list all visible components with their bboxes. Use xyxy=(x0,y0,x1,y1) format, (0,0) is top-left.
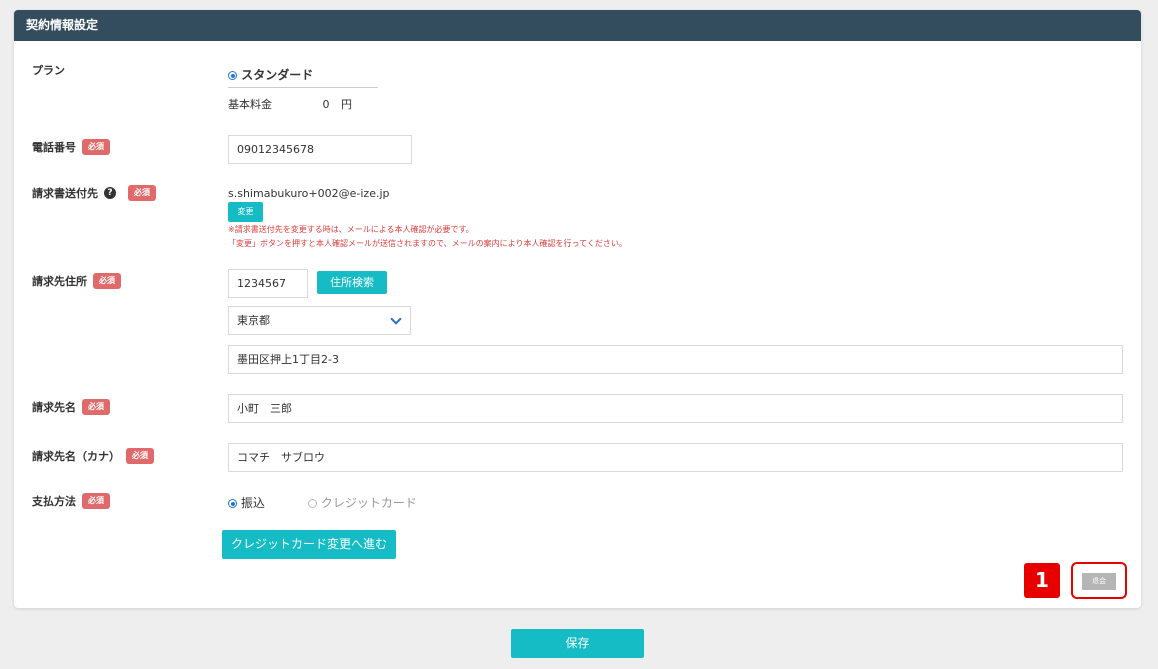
plan-label-text: プラン xyxy=(32,64,65,77)
postal-code-input[interactable]: 1234567 xyxy=(228,269,308,298)
phone-label: 電話番号 必須 xyxy=(32,139,110,155)
billing-name-label-text: 請求先名 xyxy=(32,401,76,414)
payment-method-label-text: 支払方法 xyxy=(32,495,76,508)
billing-kana-label: 請求先名（カナ） 必須 xyxy=(32,448,154,464)
payment-option-credit-label: クレジットカード xyxy=(320,496,417,510)
billing-address-label-text: 請求先住所 xyxy=(32,275,87,288)
change-email-button[interactable]: 変更 xyxy=(228,202,263,222)
required-badge: 必須 xyxy=(126,448,154,464)
payment-option-credit[interactable]: クレジットカード xyxy=(308,494,417,511)
fee-value: 0 xyxy=(322,98,330,111)
payment-method-label: 支払方法 必須 xyxy=(32,493,110,509)
plan-divider xyxy=(228,87,378,88)
annotation-number-badge: 1 xyxy=(1024,563,1060,598)
radio-selected-icon[interactable] xyxy=(228,71,237,80)
invoice-note-1: ※請求書送付先を変更する時は、メールによる本人確認が必要です。 xyxy=(228,225,474,234)
prefecture-select[interactable]: 東京都 xyxy=(228,306,411,335)
invoice-destination-label-text: 請求書送付先 xyxy=(32,187,98,200)
billing-address-label: 請求先住所 必須 xyxy=(32,273,121,289)
required-badge: 必須 xyxy=(128,185,156,201)
street-address-input[interactable]: 墨田区押上1丁目2-3 xyxy=(228,345,1123,374)
plan-label: プラン xyxy=(32,62,65,78)
chevron-down-icon xyxy=(390,313,402,325)
payment-option-transfer[interactable]: 振込 xyxy=(228,494,265,511)
radio-unselected-icon[interactable] xyxy=(308,499,317,508)
required-badge: 必須 xyxy=(82,493,110,509)
contract-settings-card: 契約情報設定 プラン スタンダード 基本料金 0 円 電話番号 必須 09012… xyxy=(14,10,1141,608)
required-badge: 必須 xyxy=(82,399,110,415)
billing-kana-label-text: 請求先名（カナ） xyxy=(32,450,120,463)
credit-card-change-button[interactable]: クレジットカード変更へ進む xyxy=(222,530,396,559)
billing-name-label: 請求先名 必須 xyxy=(32,399,110,415)
fee-unit: 円 xyxy=(341,98,352,111)
invoice-note-2: 「変更」ボタンを押すと本人確認メールが送信されますので、メールの案内により本人確… xyxy=(228,239,627,248)
withdraw-button[interactable]: 退会 xyxy=(1082,573,1116,590)
billing-kana-input[interactable]: コマチ サブロウ xyxy=(228,443,1123,472)
plan-option-label: スタンダード xyxy=(241,68,314,82)
address-search-button[interactable]: 住所検索 xyxy=(317,271,387,294)
required-badge: 必須 xyxy=(82,139,110,155)
radio-selected-icon[interactable] xyxy=(228,499,237,508)
plan-option-standard[interactable]: スタンダード xyxy=(228,66,313,83)
payment-option-transfer-label: 振込 xyxy=(240,496,265,510)
save-button[interactable]: 保存 xyxy=(511,629,644,658)
phone-label-text: 電話番号 xyxy=(32,141,76,154)
required-badge: 必須 xyxy=(93,273,121,289)
prefecture-value: 東京都 xyxy=(237,314,270,327)
question-circle-icon[interactable]: ? xyxy=(104,187,116,199)
withdraw-highlight-frame: 退会 xyxy=(1071,562,1127,599)
fee-label: 基本料金 xyxy=(228,98,272,111)
phone-input[interactable]: 09012345678 xyxy=(228,135,412,164)
invoice-email: s.shimabukuro+002@e-ize.jp xyxy=(228,187,390,200)
card-header-title: 契約情報設定 xyxy=(14,10,1141,41)
plan-fee-row: 基本料金 0 円 xyxy=(228,96,352,112)
billing-name-input[interactable]: 小町 三郎 xyxy=(228,394,1123,423)
invoice-destination-label: 請求書送付先 ? 必須 xyxy=(32,185,156,201)
